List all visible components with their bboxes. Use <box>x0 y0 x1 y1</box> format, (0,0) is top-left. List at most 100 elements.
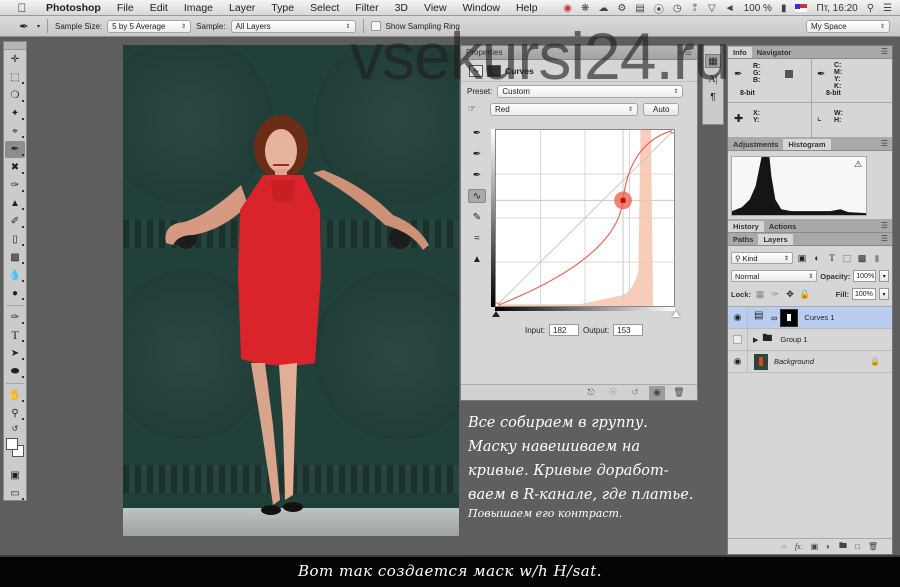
display-icon[interactable]: ▤ <box>635 3 644 14</box>
edit-points-curve-icon[interactable]: ∿ <box>468 189 486 203</box>
curves-graph[interactable] <box>495 129 675 307</box>
visibility-eye-icon[interactable]: ◉ <box>728 351 748 372</box>
volume-icon[interactable]: ◄ <box>725 3 735 14</box>
marquee-tool-icon[interactable]: ⬚ <box>5 69 25 86</box>
view-previous-state-icon[interactable]: ☉ <box>605 386 621 400</box>
preset-dropdown-arrow[interactable]: ▾ <box>37 23 40 30</box>
move-tool-icon[interactable]: ✛ <box>5 51 25 68</box>
path-selection-tool-icon[interactable]: ➤ <box>5 345 25 362</box>
tab-layers[interactable]: Layers <box>758 234 793 245</box>
notification-center-icon[interactable]: ☰ <box>883 3 892 14</box>
panel-menu-icon[interactable]: ☰ <box>881 47 888 56</box>
toolbox-grip[interactable] <box>4 42 26 50</box>
brush-tool-icon[interactable]: ✑ <box>5 177 25 194</box>
panel-menu-icon[interactable]: ☰ <box>881 139 888 148</box>
app-icon[interactable]: ⚙ <box>617 3 626 14</box>
menu-type[interactable]: Type <box>263 2 302 14</box>
menu-filter[interactable]: Filter <box>347 2 386 14</box>
draw-curve-pencil-icon[interactable]: ✎ <box>468 210 486 224</box>
white-point-eyedropper-icon[interactable]: ✒ <box>468 168 486 182</box>
lock-image-pixels-icon[interactable]: ✑ <box>769 288 781 300</box>
eyedropper-preset-icon[interactable]: ✒ <box>16 20 32 33</box>
record-icon[interactable]: ◉ <box>563 3 572 14</box>
lasso-tool-icon[interactable]: ❍ <box>5 87 25 104</box>
gray-point-eyedropper-icon[interactable]: ✒ <box>468 147 486 161</box>
document-canvas[interactable] <box>123 45 459 536</box>
blur-tool-icon[interactable]: 💧 <box>5 267 25 284</box>
battery-icon[interactable]: ▮ <box>781 3 787 14</box>
dodge-tool-icon[interactable]: ● <box>5 285 25 302</box>
input-field[interactable]: 182 <box>549 324 580 336</box>
menu-file[interactable]: File <box>109 2 142 14</box>
filter-toggle-icon[interactable]: ▮ <box>871 252 883 264</box>
type-tool-icon[interactable]: T <box>5 327 25 344</box>
menu-image[interactable]: Image <box>176 2 221 14</box>
add-mask-icon[interactable]: ▣ <box>811 542 819 551</box>
brightness-icon[interactable]: ❋ <box>581 3 589 14</box>
white-point-slider[interactable] <box>672 311 680 317</box>
healing-brush-tool-icon[interactable]: ✖ <box>5 159 25 176</box>
new-group-icon[interactable]: 🖿 <box>839 540 847 554</box>
menu-help[interactable]: Help <box>508 2 546 14</box>
tab-info[interactable]: Info <box>728 47 752 58</box>
show-sampling-ring-checkbox[interactable] <box>370 21 381 31</box>
expand-group-icon[interactable]: ▶ <box>753 336 758 344</box>
filter-pixel-layers-icon[interactable]: ▣ <box>796 252 808 264</box>
fill-dropdown[interactable]: ▾ <box>879 288 889 300</box>
foreground-color-swatch[interactable] <box>6 438 18 450</box>
menu-edit[interactable]: Edit <box>142 2 176 14</box>
sample-size-select[interactable]: 5 by 5 Average ⇕ <box>107 19 192 33</box>
filter-shape-layers-icon[interactable]: ⬚ <box>841 252 853 264</box>
magic-wand-tool-icon[interactable]: ✦ <box>5 105 25 122</box>
channel-select[interactable]: Red ⇕ <box>490 102 638 116</box>
link-layers-icon[interactable]: ∞ <box>781 542 787 551</box>
auto-button[interactable]: Auto <box>643 102 680 116</box>
lock-transparent-pixels-icon[interactable]: ▦ <box>754 288 766 300</box>
cache-warning-icon[interactable]: ⚠ <box>854 159 862 170</box>
tab-paths[interactable]: Paths <box>728 234 758 245</box>
lock-all-icon[interactable]: 🔒 <box>799 288 811 300</box>
layer-style-fx-icon[interactable]: fx. <box>795 542 803 551</box>
ellipse-tool-icon[interactable]: ⬬ <box>5 363 25 380</box>
menu-view[interactable]: View <box>416 2 455 14</box>
tab-history[interactable]: History <box>728 221 764 232</box>
filter-type-layers-icon[interactable]: T <box>826 252 838 264</box>
layer-mask-icon[interactable] <box>487 64 501 77</box>
crop-tool-icon[interactable]: ⌖ <box>5 123 25 140</box>
tab-actions[interactable]: Actions <box>764 221 802 232</box>
menu-window[interactable]: Window <box>455 2 508 14</box>
panel-menu-icon[interactable]: ☰ <box>881 221 888 230</box>
clipping-warning-icon[interactable]: ▲ <box>468 252 486 266</box>
input-source-flag-icon[interactable] <box>795 4 808 12</box>
panel-menu-icon[interactable]: ☰ <box>881 234 888 243</box>
cloud-icon[interactable]: ☁ <box>598 3 608 14</box>
visibility-eye-icon[interactable]: ◉ <box>728 307 748 328</box>
opacity-dropdown[interactable]: ▾ <box>879 270 890 282</box>
workspace-select[interactable]: My Space ⇕ <box>806 20 890 33</box>
clock[interactable]: Пт, 16:20 <box>816 3 857 14</box>
apple-icon[interactable]:  <box>14 1 30 15</box>
on-image-adjust-icon[interactable]: ☞ <box>467 104 485 115</box>
layer-filter-select[interactable]: ⚲ Kind ⇕ <box>731 252 793 264</box>
black-point-eyedropper-icon[interactable]: ✒ <box>468 126 486 140</box>
creative-cloud-icon[interactable]: ⦿ <box>654 1 664 16</box>
black-point-slider[interactable] <box>492 311 500 317</box>
menu-app[interactable]: Photoshop <box>38 2 109 14</box>
tab-histogram[interactable]: Histogram <box>783 139 831 150</box>
preset-select[interactable]: Custom ⇕ <box>497 84 684 98</box>
new-layer-icon[interactable]: □ <box>855 542 860 551</box>
time-machine-icon[interactable]: ◷ <box>673 3 682 14</box>
pen-tool-icon[interactable]: ✑ <box>5 309 25 326</box>
menu-3d[interactable]: 3D <box>387 2 416 14</box>
layer-row-curves-1[interactable]: ◉ ▤ ∞ Curves 1 <box>728 307 892 329</box>
character-panel-icon[interactable]: A| <box>705 72 721 86</box>
swap-colors-icon[interactable]: ↺ <box>5 423 25 433</box>
gradient-tool-icon[interactable]: ▩ <box>5 249 25 266</box>
delete-layer-icon[interactable]: 🗑 <box>868 542 878 551</box>
layer-row-background[interactable]: ◉ Background 🔒 <box>728 351 892 373</box>
clip-to-layer-icon[interactable]: ⎋ <box>583 386 599 400</box>
opacity-field[interactable]: 100% <box>853 270 877 282</box>
eyedropper-tool-icon[interactable]: ✒ <box>5 141 25 158</box>
lock-position-icon[interactable]: ✥ <box>784 288 796 300</box>
tab-navigator[interactable]: Navigator <box>752 47 797 58</box>
